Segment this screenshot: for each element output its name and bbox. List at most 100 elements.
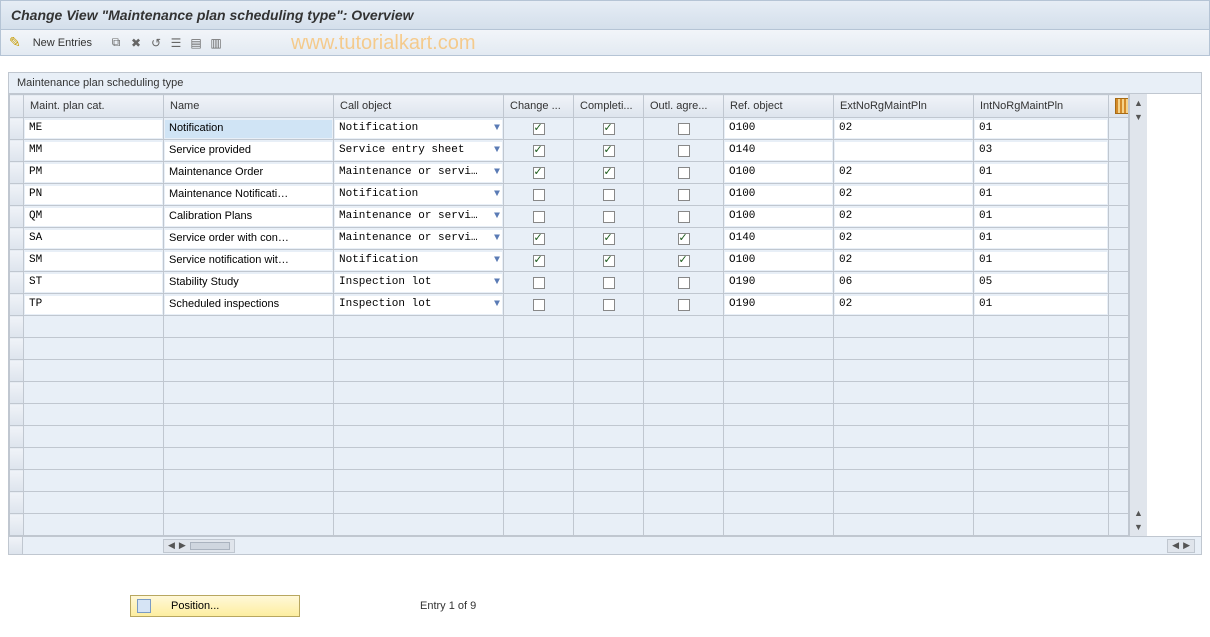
outline-cell[interactable] [644, 294, 724, 316]
col-plan-cat[interactable]: Maint. plan cat. [24, 95, 164, 118]
checkbox[interactable] [678, 211, 690, 223]
checkbox[interactable] [533, 299, 545, 311]
ext-no-input[interactable]: 02 [835, 230, 972, 248]
row-selector[interactable] [10, 382, 24, 404]
checkbox[interactable] [603, 255, 615, 267]
chevron-down-icon[interactable]: ▼ [494, 123, 500, 134]
outline-cell[interactable] [644, 162, 724, 184]
hscroll-left-icon[interactable]: ◀ [168, 540, 175, 551]
name-input[interactable]: Maintenance Notificati… [165, 186, 332, 204]
position-button[interactable]: Position... [130, 595, 300, 617]
select-all-icon[interactable]: ☰ [168, 35, 184, 51]
scroll-down-icon[interactable]: ▼ [1134, 112, 1143, 122]
chevron-down-icon[interactable]: ▼ [494, 299, 500, 310]
plan-cat-input[interactable]: PN [25, 186, 162, 204]
row-selector[interactable] [10, 338, 24, 360]
ext-no-input[interactable]: 02 [835, 296, 972, 314]
plan-cat-input[interactable]: TP [25, 296, 162, 314]
call-object-dropdown[interactable]: Inspection lot▼ [335, 296, 502, 314]
ref-object-input[interactable]: O140 [725, 230, 832, 248]
row-selector-header[interactable] [10, 95, 24, 118]
col-ext-no[interactable]: ExtNoRgMaintPln [834, 95, 974, 118]
chevron-down-icon[interactable]: ▼ [494, 145, 500, 156]
row-selector[interactable] [10, 316, 24, 338]
ext-no-input[interactable] [835, 142, 972, 160]
row-selector[interactable] [10, 228, 24, 250]
row-selector[interactable] [10, 294, 24, 316]
plan-cat-input[interactable]: QM [25, 208, 162, 226]
checkbox[interactable] [533, 255, 545, 267]
ref-object-input[interactable]: O100 [725, 186, 832, 204]
checkbox[interactable] [533, 167, 545, 179]
checkbox[interactable] [678, 145, 690, 157]
completion-cell[interactable] [574, 184, 644, 206]
int-no-input[interactable]: 01 [975, 186, 1107, 204]
row-selector[interactable] [10, 250, 24, 272]
hscroll-right2-icon[interactable]: ▶ [1183, 540, 1190, 551]
hscroll-left2-icon[interactable]: ◀ [1172, 540, 1179, 551]
checkbox[interactable] [603, 277, 615, 289]
chevron-down-icon[interactable]: ▼ [494, 277, 500, 288]
call-object-dropdown[interactable]: Notification▼ [335, 252, 502, 270]
row-selector[interactable] [10, 118, 24, 140]
checkbox[interactable] [678, 167, 690, 179]
checkbox[interactable] [678, 277, 690, 289]
select-block-icon[interactable]: ▤ [188, 35, 204, 51]
ref-object-input[interactable]: O190 [725, 274, 832, 292]
scroll-up-icon[interactable]: ▲ [1134, 98, 1143, 108]
int-no-input[interactable]: 05 [975, 274, 1107, 292]
ext-no-input[interactable]: 02 [835, 164, 972, 182]
change-cell[interactable] [504, 294, 574, 316]
change-cell[interactable] [504, 228, 574, 250]
outline-cell[interactable] [644, 140, 724, 162]
checkbox[interactable] [678, 123, 690, 135]
name-input[interactable]: Service provided [165, 142, 332, 160]
outline-cell[interactable] [644, 206, 724, 228]
col-completion[interactable]: Completi... [574, 95, 644, 118]
call-object-dropdown[interactable]: Service entry sheet▼ [335, 142, 502, 160]
outline-cell[interactable] [644, 272, 724, 294]
outline-cell[interactable] [644, 118, 724, 140]
delete-icon[interactable]: ✖ [128, 35, 144, 51]
ref-object-input[interactable]: O100 [725, 252, 832, 270]
name-input[interactable]: Notification [165, 120, 332, 138]
ref-object-input[interactable]: O100 [725, 208, 832, 226]
checkbox[interactable] [603, 299, 615, 311]
copy-icon[interactable]: ⧉ [108, 35, 124, 51]
undo-icon[interactable]: ↺ [148, 35, 164, 51]
col-ref-object[interactable]: Ref. object [724, 95, 834, 118]
completion-cell[interactable] [574, 118, 644, 140]
vertical-scrollbar[interactable]: ▲ ▼ ▲ ▼ [1129, 94, 1147, 536]
ext-no-input[interactable]: 02 [835, 120, 972, 138]
ref-object-input[interactable]: O100 [725, 120, 832, 138]
row-selector[interactable] [10, 404, 24, 426]
call-object-dropdown[interactable]: Maintenance or servi…▼ [335, 208, 502, 226]
plan-cat-input[interactable]: ME [25, 120, 162, 138]
chevron-down-icon[interactable]: ▼ [494, 189, 500, 200]
scroll-down2-icon[interactable]: ▼ [1134, 522, 1143, 532]
checkbox[interactable] [533, 211, 545, 223]
col-name[interactable]: Name [164, 95, 334, 118]
checkbox[interactable] [603, 123, 615, 135]
change-cell[interactable] [504, 140, 574, 162]
completion-cell[interactable] [574, 294, 644, 316]
h-scrollbar-right[interactable]: ◀ ▶ [1167, 539, 1195, 553]
checkbox[interactable] [603, 145, 615, 157]
hscroll-thumb[interactable] [190, 542, 230, 550]
row-selector[interactable] [10, 272, 24, 294]
plan-cat-input[interactable]: SM [25, 252, 162, 270]
int-no-input[interactable]: 01 [975, 164, 1107, 182]
change-cell[interactable] [504, 118, 574, 140]
int-no-input[interactable]: 01 [975, 296, 1107, 314]
checkbox[interactable] [603, 233, 615, 245]
checkbox[interactable] [533, 233, 545, 245]
hscroll-right-icon[interactable]: ▶ [179, 540, 186, 551]
call-object-dropdown[interactable]: Maintenance or servi…▼ [335, 164, 502, 182]
name-input[interactable]: Service notification wit… [165, 252, 332, 270]
col-outl-agre[interactable]: Outl. agre... [644, 95, 724, 118]
chevron-down-icon[interactable]: ▼ [494, 167, 500, 178]
row-selector[interactable] [10, 492, 24, 514]
call-object-dropdown[interactable]: Maintenance or servi…▼ [335, 230, 502, 248]
row-selector[interactable] [10, 426, 24, 448]
ref-object-input[interactable]: O100 [725, 164, 832, 182]
